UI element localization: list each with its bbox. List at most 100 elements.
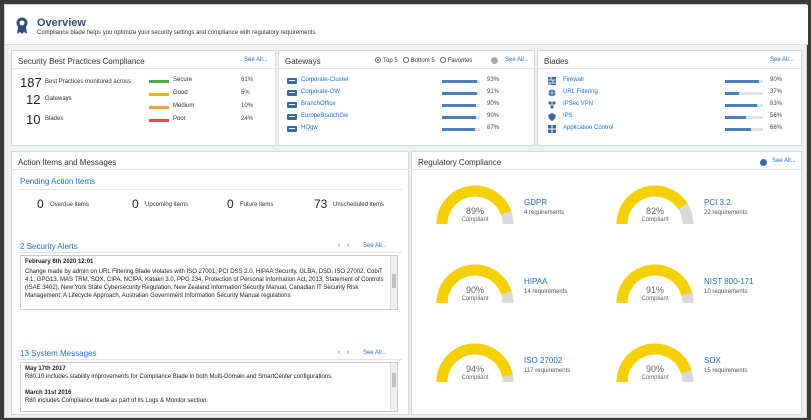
level-bar bbox=[149, 119, 169, 122]
message-date: March 31st 2016 bbox=[25, 390, 72, 396]
gateway-bar bbox=[442, 92, 477, 95]
alerts-scrollbar[interactable] bbox=[390, 256, 397, 309]
level-pct: 5% bbox=[241, 90, 250, 96]
gauge-compliant-label: Compliant bbox=[641, 217, 669, 223]
blades-panel: Blades See All... Firewall 90% URL Filte… bbox=[537, 50, 802, 146]
alerts-next-icon[interactable]: › bbox=[347, 242, 349, 249]
blade-name[interactable]: Application Control bbox=[563, 125, 613, 131]
regulation-name[interactable]: NIST 800-171 bbox=[704, 277, 754, 286]
gateway-bar bbox=[442, 116, 477, 119]
gateway-name[interactable]: Corporate-Cluster bbox=[301, 77, 349, 83]
level-pct: 24% bbox=[241, 116, 254, 122]
gateway-icon bbox=[287, 114, 297, 120]
blade-name[interactable]: URL Filtering bbox=[563, 89, 598, 95]
blades-title: Blades bbox=[544, 57, 569, 66]
gauge-compliant-label: Compliant bbox=[641, 296, 669, 302]
regulation-name[interactable]: HIPAA bbox=[524, 277, 547, 286]
gauge-percent: 82% bbox=[645, 206, 664, 216]
level-row: Poor 24% bbox=[149, 116, 274, 126]
count-num: 0 bbox=[37, 197, 44, 211]
blade-row[interactable]: Application Control 68% bbox=[548, 125, 798, 135]
gateway-bar bbox=[442, 104, 477, 107]
message-text: R80.10 includes stability improvements f… bbox=[25, 374, 333, 380]
regulatory-settings-icon[interactable] bbox=[760, 159, 767, 166]
regulatory-panel: Regulatory Compliance See All... 89% Comp… bbox=[411, 151, 802, 415]
vpn-icon bbox=[548, 101, 556, 109]
blade-row[interactable]: URL Filtering 37% bbox=[548, 89, 798, 99]
gateway-pct: 91% bbox=[487, 89, 500, 95]
count-num: 0 bbox=[227, 197, 234, 211]
regulation-name[interactable]: SOX bbox=[704, 356, 721, 365]
sbp-see-all-link[interactable]: See All... bbox=[244, 57, 268, 63]
messages-next-icon[interactable]: › bbox=[347, 349, 349, 356]
regulation-name[interactable]: GDPR bbox=[524, 198, 547, 207]
level-bar bbox=[149, 106, 169, 109]
filter-top5-radio[interactable]: Top 5 bbox=[375, 57, 398, 64]
messages-prev-icon[interactable]: ‹ bbox=[338, 349, 340, 356]
gateway-bar bbox=[442, 80, 478, 83]
regulation-requirements: 10 requirements bbox=[704, 289, 748, 295]
blade-name[interactable]: Firewall bbox=[563, 77, 584, 83]
alert-text: Change made by admin on URL Filtering Bl… bbox=[25, 269, 384, 299]
level-row: Secure 61% bbox=[149, 77, 274, 87]
gateway-icon bbox=[287, 102, 297, 108]
gateway-row[interactable]: EuropeBranchGw 90% bbox=[287, 113, 532, 123]
alerts-see-all-link[interactable]: See All... bbox=[363, 243, 387, 249]
blades-see-all-link[interactable]: See All... bbox=[770, 57, 794, 63]
gateways-panel: Gateways Top 5 Bottom 5 Favorites See Al… bbox=[278, 50, 535, 146]
alerts-prev-icon[interactable]: ‹ bbox=[338, 242, 340, 249]
regulation-requirements: 117 requirements bbox=[524, 368, 571, 374]
level-row: Good 5% bbox=[149, 90, 274, 100]
action-items-title: Action Items and Messages bbox=[18, 158, 117, 167]
message-date: May 17th 2017 bbox=[25, 366, 66, 372]
count-num: 0 bbox=[132, 197, 139, 211]
alerts-title[interactable]: 2 Security Alerts bbox=[20, 242, 78, 251]
blade-row[interactable]: IPSec VPN 83% bbox=[548, 101, 798, 111]
gateway-name[interactable]: EuropeBranchGw bbox=[301, 113, 348, 119]
alerts-list[interactable]: February 6th 2020 12:01 Change made by a… bbox=[20, 255, 398, 310]
level-label: Poor bbox=[173, 116, 186, 122]
messages-scrollbar[interactable] bbox=[390, 363, 397, 411]
app-frame: Overview Compliance blade helps you opti… bbox=[4, 4, 808, 418]
messages-title[interactable]: 13 System Messages bbox=[20, 349, 96, 358]
page-title: Overview bbox=[37, 17, 86, 29]
blade-pct: 83% bbox=[770, 101, 783, 107]
gateway-row[interactable]: Corporate-Cluster 93% bbox=[287, 77, 532, 87]
gateway-name[interactable]: Corporate-GW bbox=[301, 89, 340, 95]
regulatory-see-all-link[interactable]: See All... bbox=[772, 158, 796, 164]
gateway-settings-icon[interactable] bbox=[491, 57, 498, 64]
blade-bar bbox=[725, 128, 751, 131]
gauge-percent: 90% bbox=[645, 364, 664, 374]
gauge-compliant-label: Compliant bbox=[461, 217, 489, 223]
gateway-icon bbox=[287, 126, 297, 132]
gateway-name[interactable]: BranchOffice bbox=[301, 101, 336, 107]
gateway-row[interactable]: BranchOffice 90% bbox=[287, 101, 532, 111]
gateway-row[interactable]: Corporate-GW 91% bbox=[287, 89, 532, 99]
regulation-name[interactable]: ISO 27002 bbox=[524, 356, 562, 365]
level-bar bbox=[149, 80, 169, 83]
gateway-icon bbox=[287, 90, 297, 96]
blade-row[interactable]: IPS 56% bbox=[548, 113, 798, 123]
gateways-count: 12 bbox=[26, 92, 41, 107]
regulatory-title: Regulatory Compliance bbox=[418, 158, 502, 167]
app-control-icon bbox=[548, 125, 556, 133]
blades-label: Blades bbox=[45, 116, 64, 122]
gateway-row[interactable]: HQgw 87% bbox=[287, 125, 532, 135]
gateways-see-all-link[interactable]: See All... bbox=[505, 57, 529, 63]
blade-row[interactable]: Firewall 90% bbox=[548, 77, 798, 87]
blade-bar bbox=[725, 92, 740, 95]
action-items-panel: Action Items and Messages Pending Action… bbox=[11, 151, 409, 415]
blade-pct: 68% bbox=[770, 125, 783, 131]
messages-see-all-link[interactable]: See All... bbox=[363, 350, 387, 356]
blade-name[interactable]: IPS bbox=[563, 113, 573, 119]
filter-favorites-radio[interactable]: Favorites bbox=[439, 57, 472, 64]
filter-bottom5-radio[interactable]: Bottom 5 bbox=[402, 57, 435, 64]
regulation-name[interactable]: PCI 3.2 bbox=[704, 198, 731, 207]
gateway-name[interactable]: HQgw bbox=[301, 125, 318, 131]
shield-icon bbox=[548, 113, 556, 121]
gauge-compliant-label: Compliant bbox=[461, 375, 489, 381]
blade-name[interactable]: IPSec VPN bbox=[563, 101, 593, 107]
gauge-percent: 91% bbox=[645, 285, 664, 295]
gateways-label: Gateways bbox=[45, 96, 72, 102]
messages-list[interactable]: May 17th 2017 R80.10 includes stability … bbox=[20, 362, 398, 412]
